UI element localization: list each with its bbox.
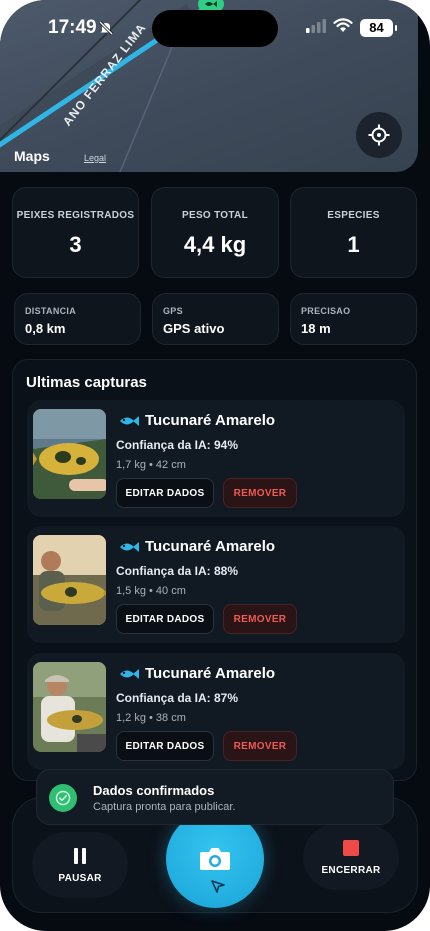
ai-confidence: Confiança da IA: 88% xyxy=(116,564,239,578)
end-button[interactable]: ENCERRAR xyxy=(303,824,399,890)
info-card-gps: GPS GPS ativo xyxy=(152,293,279,345)
species-name: Tucunaré Amarelo xyxy=(145,412,276,429)
info-value: GPS ativo xyxy=(163,321,225,336)
toast-subtitle: Captura pronta para publicar. xyxy=(93,801,236,813)
species-name: Tucunaré Amarelo xyxy=(145,665,276,682)
capture-measurements: 1,5 kg • 40 cm xyxy=(116,585,186,597)
stat-label: ESPECIES xyxy=(327,210,380,221)
locate-button[interactable] xyxy=(356,112,402,158)
end-label: ENCERRAR xyxy=(321,864,381,876)
camera-icon xyxy=(200,848,230,870)
remove-button[interactable]: REMOVER xyxy=(223,731,297,761)
info-card-distance: DISTANCIA 0,8 km xyxy=(14,293,141,345)
battery-indicator: 84 xyxy=(360,19,397,37)
app-screen: ANO FERRAZ LIMA Maps Legal 17:49 84 PEIX… xyxy=(0,0,430,931)
capture-item[interactable]: Tucunaré Amarelo Confiança da IA: 88% 1,… xyxy=(27,526,405,643)
capture-item[interactable]: Tucunaré Amarelo Confiança da IA: 87% 1,… xyxy=(27,653,405,770)
info-value: 18 m xyxy=(301,321,331,336)
edit-data-button[interactable]: EDITAR DADOS xyxy=(116,731,214,761)
navigation-arrow-icon xyxy=(211,880,225,893)
section-title: Ultimas capturas xyxy=(26,374,147,391)
capture-item[interactable]: Tucunaré Amarelo Confiança da IA: 94% 1,… xyxy=(27,400,405,517)
stat-card-total-weight: PESO TOTAL 4,4 kg xyxy=(151,187,279,278)
info-value: 0,8 km xyxy=(25,321,66,336)
stat-card-species: ESPECIES 1 xyxy=(290,187,417,278)
bell-muted-icon xyxy=(98,20,114,36)
capture-measurements: 1,2 kg • 38 cm xyxy=(116,712,186,724)
info-card-precision: PRECISAO 18 m xyxy=(290,293,417,345)
fish-photo xyxy=(33,535,106,625)
wifi-icon xyxy=(333,18,353,32)
ai-confidence: Confiança da IA: 87% xyxy=(116,691,239,705)
stat-value: 4,4 kg xyxy=(183,232,247,257)
dynamic-island xyxy=(152,10,278,47)
maps-legal-link[interactable]: Legal xyxy=(84,153,106,163)
species-name: Tucunaré Amarelo xyxy=(145,538,276,555)
stat-label: PEIXES REGISTRADOS xyxy=(16,210,135,221)
info-label: DISTANCIA xyxy=(25,306,77,316)
recent-captures-panel: Ultimas capturas Tucunaré Amarelo Confia… xyxy=(12,359,417,781)
edit-data-button[interactable]: EDITAR DADOS xyxy=(116,604,214,634)
remove-button[interactable]: REMOVER xyxy=(223,478,297,508)
pause-button[interactable]: PAUSAR xyxy=(32,832,128,898)
toast-title: Dados confirmados xyxy=(93,783,215,798)
fish-photo xyxy=(33,409,106,499)
check-circle-icon xyxy=(49,784,77,812)
pause-label: PAUSAR xyxy=(58,872,102,884)
confirmation-toast: Dados confirmados Captura pronta para pu… xyxy=(36,769,394,825)
ai-confidence: Confiança da IA: 94% xyxy=(116,438,239,452)
info-label: GPS xyxy=(163,306,183,316)
maps-brand: Maps xyxy=(14,148,50,164)
stop-icon xyxy=(343,839,359,856)
fish-icon xyxy=(120,669,139,679)
stat-value: 1 xyxy=(347,232,360,257)
status-time: 17:49 xyxy=(48,17,97,38)
fish-photo xyxy=(33,662,106,752)
pause-icon xyxy=(74,847,86,864)
stat-card-fish-count: PEIXES REGISTRADOS 3 xyxy=(12,187,139,278)
capture-measurements: 1,7 kg • 42 cm xyxy=(116,459,186,471)
cellular-signal-icon xyxy=(306,19,326,33)
info-label: PRECISAO xyxy=(301,306,351,316)
fish-icon xyxy=(120,542,139,552)
edit-data-button[interactable]: EDITAR DADOS xyxy=(116,478,214,508)
remove-button[interactable]: REMOVER xyxy=(223,604,297,634)
stat-value: 3 xyxy=(69,232,82,257)
fish-icon xyxy=(120,416,139,426)
stat-label: PESO TOTAL xyxy=(182,210,248,221)
crosshair-icon xyxy=(368,124,390,146)
